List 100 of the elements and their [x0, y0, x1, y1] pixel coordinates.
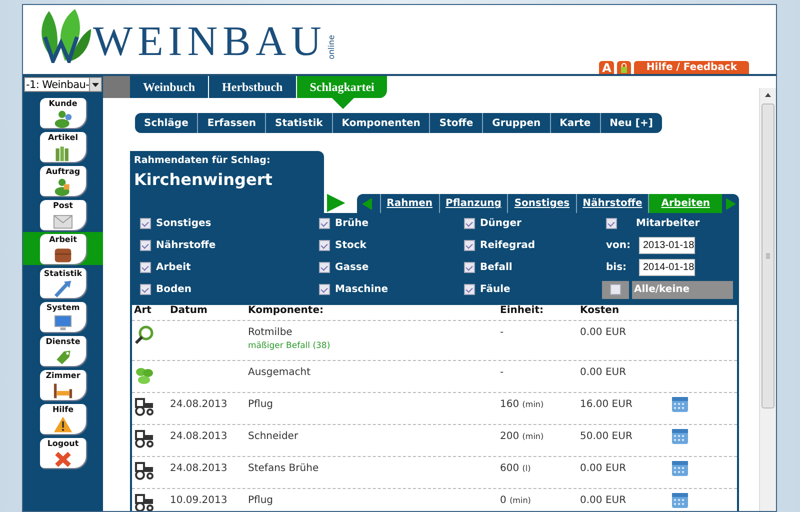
- main-tab[interactable]: Schlagkartei: [296, 76, 388, 98]
- component-cell: Pflug: [248, 399, 274, 410]
- bed-icon: [52, 380, 74, 400]
- right-arrow-icon[interactable]: [726, 198, 736, 210]
- sidebar-item[interactable]: Artikel: [40, 132, 86, 162]
- sub-tab[interactable]: Komponenten: [332, 113, 430, 133]
- sidebar-item[interactable]: Auftrag: [40, 166, 86, 196]
- date-label: von:: [606, 240, 632, 251]
- date-cell-text: 24.08.2013: [170, 431, 228, 442]
- sidebar-item[interactable]: Statistik: [40, 268, 86, 298]
- sub-tab[interactable]: Statistik: [266, 113, 333, 133]
- checkbox-label: Befall: [480, 262, 512, 273]
- left-arrow-icon[interactable]: [362, 198, 372, 210]
- checkbox-label: Sonstiges: [156, 218, 212, 229]
- cost-cell-text: 16.00 EUR: [580, 399, 634, 410]
- calendar-icon[interactable]: [671, 459, 689, 477]
- amount-cell: 160: [500, 399, 520, 410]
- checkbox-label: Maschine: [335, 284, 388, 295]
- calendar-icon[interactable]: [671, 427, 689, 445]
- sidebar-item[interactable]: Dienste: [40, 336, 86, 366]
- date-field[interactable]: 2013-01-18: [639, 237, 695, 254]
- main-tab[interactable]: Weinbuch: [130, 76, 210, 98]
- checkbox[interactable]: [319, 240, 330, 251]
- sidebar-item[interactable]: Arbeit: [40, 234, 86, 264]
- monitor-icon: [52, 312, 74, 332]
- checkbox-label: Fäule: [480, 284, 510, 295]
- unit-label: (min): [522, 400, 544, 409]
- column-header: Komponente:: [248, 305, 324, 316]
- checkbox[interactable]: [140, 284, 151, 295]
- cost-cell-text: 0.00 EUR: [580, 495, 628, 506]
- font-size-button[interactable]: A: [599, 61, 614, 74]
- sub-tab[interactable]: Karte: [550, 113, 601, 133]
- sidebar-item[interactable]: Post: [40, 200, 86, 230]
- tractor-icon: [134, 429, 154, 449]
- date-cell-text: 10.09.2013: [170, 495, 228, 506]
- amount-cell: -: [500, 367, 504, 378]
- sidebar-item[interactable]: Hilfe: [40, 404, 86, 434]
- checkbox[interactable]: [464, 240, 475, 251]
- sub-tab[interactable]: Schläge: [135, 113, 198, 133]
- infestation-note: mäßiger Befall (38): [248, 341, 332, 351]
- component-cell: Ausgemacht: [248, 367, 311, 378]
- unit-label: (min): [510, 496, 531, 505]
- date-field[interactable]: 2014-01-18: [639, 259, 695, 276]
- amount-cell: 200: [500, 431, 520, 442]
- leaves-icon: [134, 365, 154, 385]
- sub-tab[interactable]: Neu [+]: [600, 113, 662, 133]
- checkbox[interactable]: [319, 262, 330, 273]
- calendar-icon[interactable]: [671, 395, 689, 413]
- checkbox-label: Nährstoffe: [156, 240, 216, 251]
- dropdown-arrow-icon: [92, 82, 99, 86]
- tab-spacer: [103, 76, 130, 98]
- amount-cell: -: [500, 327, 504, 338]
- lock-button[interactable]: [617, 61, 632, 74]
- logo-suffix: online: [328, 34, 336, 59]
- play-arrow-icon[interactable]: [327, 193, 346, 213]
- logo-wordmark: WEINBAU: [93, 21, 326, 63]
- sidebar-item[interactable]: Logout: [40, 438, 86, 468]
- checkbox[interactable]: [464, 218, 475, 229]
- checkbox-label: Brühe: [335, 218, 369, 229]
- checkbox[interactable]: [140, 240, 151, 251]
- column-header: Kosten: [580, 305, 620, 316]
- sidebar-item[interactable]: Zimmer: [40, 370, 86, 400]
- checkbox[interactable]: [606, 218, 617, 229]
- client-select[interactable]: -1: Weinbau-: [24, 77, 102, 92]
- main-tab[interactable]: Herbstbuch: [209, 76, 297, 98]
- checkbox-label: Reifegrad: [480, 240, 536, 251]
- sidebar-item[interactable]: System: [40, 302, 86, 332]
- date-cell-text: 24.08.2013: [170, 463, 228, 474]
- magnifier-icon: [134, 325, 154, 345]
- checkbox[interactable]: [610, 284, 621, 295]
- tractor-icon: [134, 397, 154, 417]
- select-all-label: Alle/keine: [632, 280, 733, 298]
- checkbox-label: Mitarbeiter: [636, 218, 700, 229]
- sub-tab[interactable]: Gruppen: [483, 113, 551, 133]
- checkbox[interactable]: [464, 284, 475, 295]
- checkbox[interactable]: [140, 218, 151, 229]
- column-header: Datum: [170, 305, 208, 316]
- date-cell-text: 24.08.2013: [170, 399, 228, 410]
- checkbox[interactable]: [140, 262, 151, 273]
- component-cell: Rotmilbe: [248, 327, 292, 338]
- section-tab-link[interactable]: Arbeiten: [648, 194, 722, 213]
- sub-tab[interactable]: Stoffe: [430, 113, 484, 133]
- component-cell: Stefans Brühe: [248, 463, 319, 474]
- checkbox[interactable]: [319, 284, 330, 295]
- cost-cell-text: 0.00 EUR: [580, 463, 628, 474]
- sub-tab[interactable]: Erfassen: [198, 113, 266, 133]
- sidebar-item[interactable]: Kunde: [40, 98, 86, 128]
- help-feedback-button[interactable]: Hilfe / Feedback: [634, 61, 749, 74]
- card-subtitle: Rahmendaten für Schlag:: [134, 155, 272, 166]
- checkbox[interactable]: [464, 262, 475, 273]
- lock-icon: [620, 62, 628, 72]
- column-header: Art: [134, 305, 152, 316]
- tractor-icon: [134, 461, 154, 481]
- people-icon: [52, 108, 74, 128]
- calendar-icon[interactable]: [671, 491, 689, 509]
- checkbox-label: Boden: [156, 284, 192, 295]
- cost-cell-text: 0.00 EUR: [580, 327, 628, 338]
- component-cell: Pflug: [248, 495, 274, 506]
- checkbox[interactable]: [319, 218, 330, 229]
- warning-icon: [52, 414, 74, 434]
